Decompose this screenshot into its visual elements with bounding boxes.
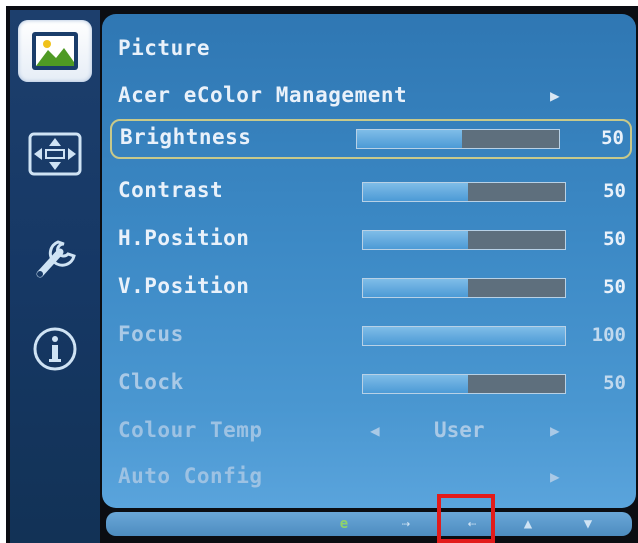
clock-slider[interactable] [362,374,566,394]
sidebar-item-settings[interactable] [18,222,92,284]
menu-item-label: Clock [118,370,184,394]
sidebar-item-picture[interactable] [18,20,92,82]
position-icon [28,132,82,176]
contrast-slider[interactable] [362,182,566,202]
menu-item-h-position[interactable]: H.Position 50 [114,220,628,260]
chevron-left-icon[interactable]: ◀ [370,421,380,440]
brightness-value: 50 [601,127,624,149]
colour-temp-value: User [434,418,485,442]
highlight-box [437,494,495,543]
menu-item-label: Acer eColor Management [118,83,408,107]
menu-item-auto-config[interactable]: Auto Config ▶ [114,458,628,498]
sidebar-item-position[interactable] [18,124,92,186]
clock-value: 50 [603,372,626,394]
focus-value: 100 [591,324,626,346]
up-arrow-icon[interactable]: ▲ [516,514,540,534]
osd-picture-panel: Picture Acer eColor Management ▶ Brightn… [102,14,636,508]
info-icon [33,327,77,371]
brightness-slider[interactable] [356,129,560,149]
v-position-value: 50 [603,276,626,298]
menu-item-label: Contrast [118,178,224,202]
v-position-slider[interactable] [362,278,566,298]
menu-title-row: Picture [114,30,628,70]
chevron-right-icon[interactable]: ▶ [550,421,560,440]
e-key-icon[interactable]: e [332,514,356,534]
chevron-right-icon: ▶ [550,86,560,105]
menu-item-label: Colour Temp [118,418,263,442]
contrast-value: 50 [603,180,626,202]
wrench-settings-icon [36,240,76,278]
menu-item-label: V.Position [118,274,250,298]
menu-item-focus[interactable]: Focus 100 [114,316,628,356]
picture-icon [32,32,78,70]
chevron-right-icon: ▶ [550,467,560,486]
h-position-value: 50 [603,228,626,250]
menu-item-colour-temp[interactable]: Colour Temp ◀ User ▶ [114,412,628,452]
menu-title: Picture [118,36,211,60]
menu-item-label: H.Position [118,226,250,250]
osd-key-bar: e ⇢ ⇠ ▲ ▼ [106,512,632,536]
menu-item-contrast[interactable]: Contrast 50 [114,172,628,212]
focus-slider[interactable] [362,326,566,346]
osd-sidebar [10,10,100,543]
menu-item-label: Brightness [120,125,252,149]
menu-item-brightness[interactable]: Brightness 50 [110,119,632,159]
sidebar-item-info[interactable] [18,318,92,380]
enter-icon[interactable]: ⇢ [394,514,418,534]
h-position-slider[interactable] [362,230,566,250]
menu-item-v-position[interactable]: V.Position 50 [114,268,628,308]
menu-item-clock[interactable]: Clock 50 [114,364,628,404]
menu-item-label: Auto Config [118,464,263,488]
menu-item-label: Focus [118,322,184,346]
menu-item-ecolor[interactable]: Acer eColor Management ▶ [114,77,628,117]
down-arrow-icon[interactable]: ▼ [576,514,600,534]
